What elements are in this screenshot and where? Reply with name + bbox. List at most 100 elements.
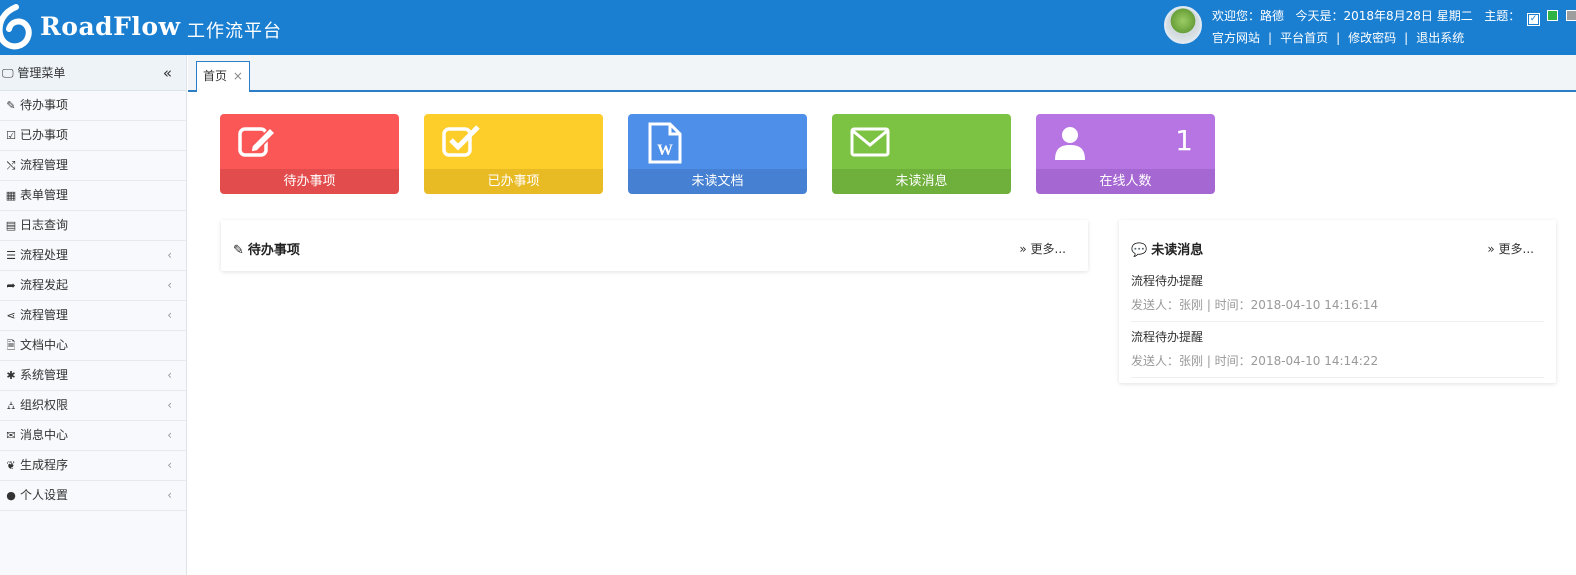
sidebar-item-log-query[interactable]: ▤ 日志查询: [0, 211, 186, 241]
platform-home-link[interactable]: 平台首页: [1280, 31, 1328, 45]
edit-icon: [238, 126, 277, 157]
message-item[interactable]: 流程待办提醒 发送人：张刚 | 时间：2018-04-10 14:14:22: [1131, 328, 1544, 378]
menu-item-icon: ⤭: [6, 159, 16, 172]
official-site-link[interactable]: 官方网站: [1212, 31, 1260, 45]
card-top: [424, 114, 603, 169]
card-online-users[interactable]: 1 在线人数: [1036, 114, 1215, 194]
card-top: [220, 114, 399, 169]
theme-blue-checked-icon[interactable]: ✓: [1527, 13, 1541, 26]
messages-panel: 💬 未读消息 » 更多... 流程待办提醒 发送人：张刚 | 时间：2018-04…: [1119, 220, 1556, 383]
card-done[interactable]: 已办事项: [424, 114, 603, 194]
card-unread-docs[interactable]: W 未读文档: [628, 114, 807, 194]
monitor-icon: 🖵: [2, 66, 14, 80]
collapse-sidebar-icon[interactable]: «: [163, 55, 172, 91]
card-top: [832, 114, 1011, 169]
sidebar-item-todo[interactable]: ✎ 待办事项: [0, 91, 186, 121]
sidebar-item-label: 流程发起: [20, 278, 69, 292]
header-info-line: 欢迎您：路德 今天是：2018年8月28日 星期二 主题： ✓: [1212, 7, 1576, 26]
word-doc-icon: W: [648, 122, 682, 164]
card-unread-msgs[interactable]: 未读消息: [832, 114, 1011, 194]
sidebar-item-label: 组织权限: [20, 398, 69, 412]
sidebar-item-flow-start[interactable]: ➦ 流程发起 ‹: [0, 271, 186, 301]
sidebar-item-doc-center[interactable]: 🗎 文档中心: [0, 331, 186, 361]
svg-text:W: W: [657, 142, 673, 159]
envelope-icon: [850, 127, 890, 157]
card-top: 1: [1036, 114, 1215, 169]
sidebar-item-label: 流程管理: [20, 308, 69, 322]
edit-icon: ✎: [233, 243, 244, 258]
todo-panel: ✎ 待办事项 » 更多...: [221, 220, 1088, 271]
card-label: 未读消息: [832, 169, 1011, 194]
chevron-left-icon[interactable]: ‹: [167, 361, 172, 390]
menu-item-icon: ✉: [6, 429, 16, 442]
welcome-text: 欢迎您：路德: [1212, 9, 1285, 23]
sidebar-menu: ✎ 待办事项 ☑ 已办事项 ⤭ 流程管理 ▦ 表单管理 ▤ 日志查询 ☰ 流程处理 ‹ ➦ 流程发起 ‹ ⋖ 流程…: [0, 91, 186, 511]
brand-subtitle: 工作流平台: [187, 21, 282, 42]
theme-label: 主题：: [1484, 9, 1521, 23]
theme-green-swatch[interactable]: [1546, 10, 1558, 21]
menu-item-icon: ✎: [6, 99, 16, 112]
brand-name: RoadFlow: [40, 12, 181, 41]
card-label: 已办事项: [424, 169, 603, 194]
todo-title-text: 待办事项: [247, 243, 300, 258]
chevron-left-icon[interactable]: ‹: [167, 451, 172, 480]
chevron-left-icon[interactable]: ‹: [167, 481, 172, 510]
todo-more-link[interactable]: » 更多...: [1019, 240, 1066, 257]
sidebar-item-system-manage[interactable]: ✱ 系统管理 ‹: [0, 361, 186, 391]
sidebar-item-label: 消息中心: [20, 428, 69, 442]
sidebar-item-label: 流程管理: [20, 158, 69, 172]
top-header: RoadFlow 工作流平台 欢迎您：路德 今天是：2018年8月28日 星期二…: [0, 0, 1576, 55]
chevron-left-icon[interactable]: ‹: [167, 391, 172, 420]
sidebar-item-label: 日志查询: [20, 218, 69, 232]
sidebar-item-flow-manage[interactable]: ⤭ 流程管理: [0, 151, 186, 181]
messages-title-text: 未读消息: [1151, 243, 1204, 258]
menu-item-icon: ▤: [5, 219, 17, 232]
sidebar-item-code-gen[interactable]: ❦ 生成程序 ‹: [0, 451, 186, 481]
sidebar-item-label: 待办事项: [20, 98, 69, 112]
sidebar-item-label: 生成程序: [20, 458, 69, 472]
menu-item-icon: ⋖: [6, 309, 16, 322]
chevron-left-icon[interactable]: ‹: [167, 301, 172, 330]
sidebar-item-form-manage[interactable]: ▦ 表单管理: [0, 181, 186, 211]
theme-gray-swatch[interactable]: [1565, 10, 1576, 21]
online-count: 1: [1175, 124, 1193, 157]
change-password-link[interactable]: 修改密码: [1348, 31, 1396, 45]
check-square-icon: [442, 125, 480, 157]
header-links: 官方网站 | 平台首页 | 修改密码 | 退出系统: [1212, 29, 1464, 46]
user-avatar[interactable]: [1164, 6, 1202, 44]
menu-item-icon: ➦: [6, 279, 16, 292]
chevron-left-icon[interactable]: ‹: [167, 241, 172, 270]
sidebar-item-label: 表单管理: [20, 188, 69, 202]
menu-item-icon: ✱: [6, 369, 16, 382]
link-separator: |: [1404, 31, 1409, 45]
sidebar-item-message-center[interactable]: ✉ 消息中心 ‹: [0, 421, 186, 451]
menu-item-icon: 🗎: [6, 339, 16, 352]
chevron-left-icon[interactable]: ‹: [167, 271, 172, 300]
menu-item-icon: ▦: [5, 189, 17, 202]
message-item[interactable]: 流程待办提醒 发送人：张刚 | 时间：2018-04-10 14:16:14: [1131, 272, 1544, 322]
message-title: 流程待办提醒: [1131, 274, 1204, 288]
sidebar-item-done[interactable]: ☑ 已办事项: [0, 121, 186, 151]
link-separator: |: [1336, 31, 1341, 45]
message-title: 流程待办提醒: [1131, 330, 1204, 344]
menu-item-icon: ☰: [6, 249, 16, 262]
card-label: 未读文档: [628, 169, 807, 194]
sidebar-header: 🖵 管理菜单 «: [0, 55, 186, 91]
sidebar-item-label: 文档中心: [20, 338, 69, 352]
todo-panel-title: ✎ 待办事项: [233, 239, 300, 258]
chevron-left-icon[interactable]: ‹: [167, 421, 172, 450]
message-meta: 发送人：张刚 | 时间：2018-04-10 14:14:22: [1131, 354, 1379, 368]
sidebar-item-org-permission[interactable]: ⛼ 组织权限 ‹: [0, 391, 186, 421]
messages-more-link[interactable]: » 更多...: [1487, 240, 1534, 257]
card-label: 在线人数: [1036, 169, 1215, 194]
tab-bar: 首页 ×: [188, 55, 1576, 92]
sidebar-item-flow-admin[interactable]: ⋖ 流程管理 ‹: [0, 301, 186, 331]
card-todo[interactable]: 待办事项: [220, 114, 399, 194]
tab-home[interactable]: 首页 ×: [196, 61, 250, 92]
sidebar-item-flow-process[interactable]: ☰ 流程处理 ‹: [0, 241, 186, 271]
sidebar-item-personal-settings[interactable]: ● 个人设置 ‹: [0, 481, 186, 511]
sidebar-item-label: 已办事项: [20, 128, 69, 142]
tab-close-icon[interactable]: ×: [233, 69, 243, 83]
logout-link[interactable]: 退出系统: [1416, 31, 1464, 45]
menu-item-icon: ●: [6, 489, 16, 502]
